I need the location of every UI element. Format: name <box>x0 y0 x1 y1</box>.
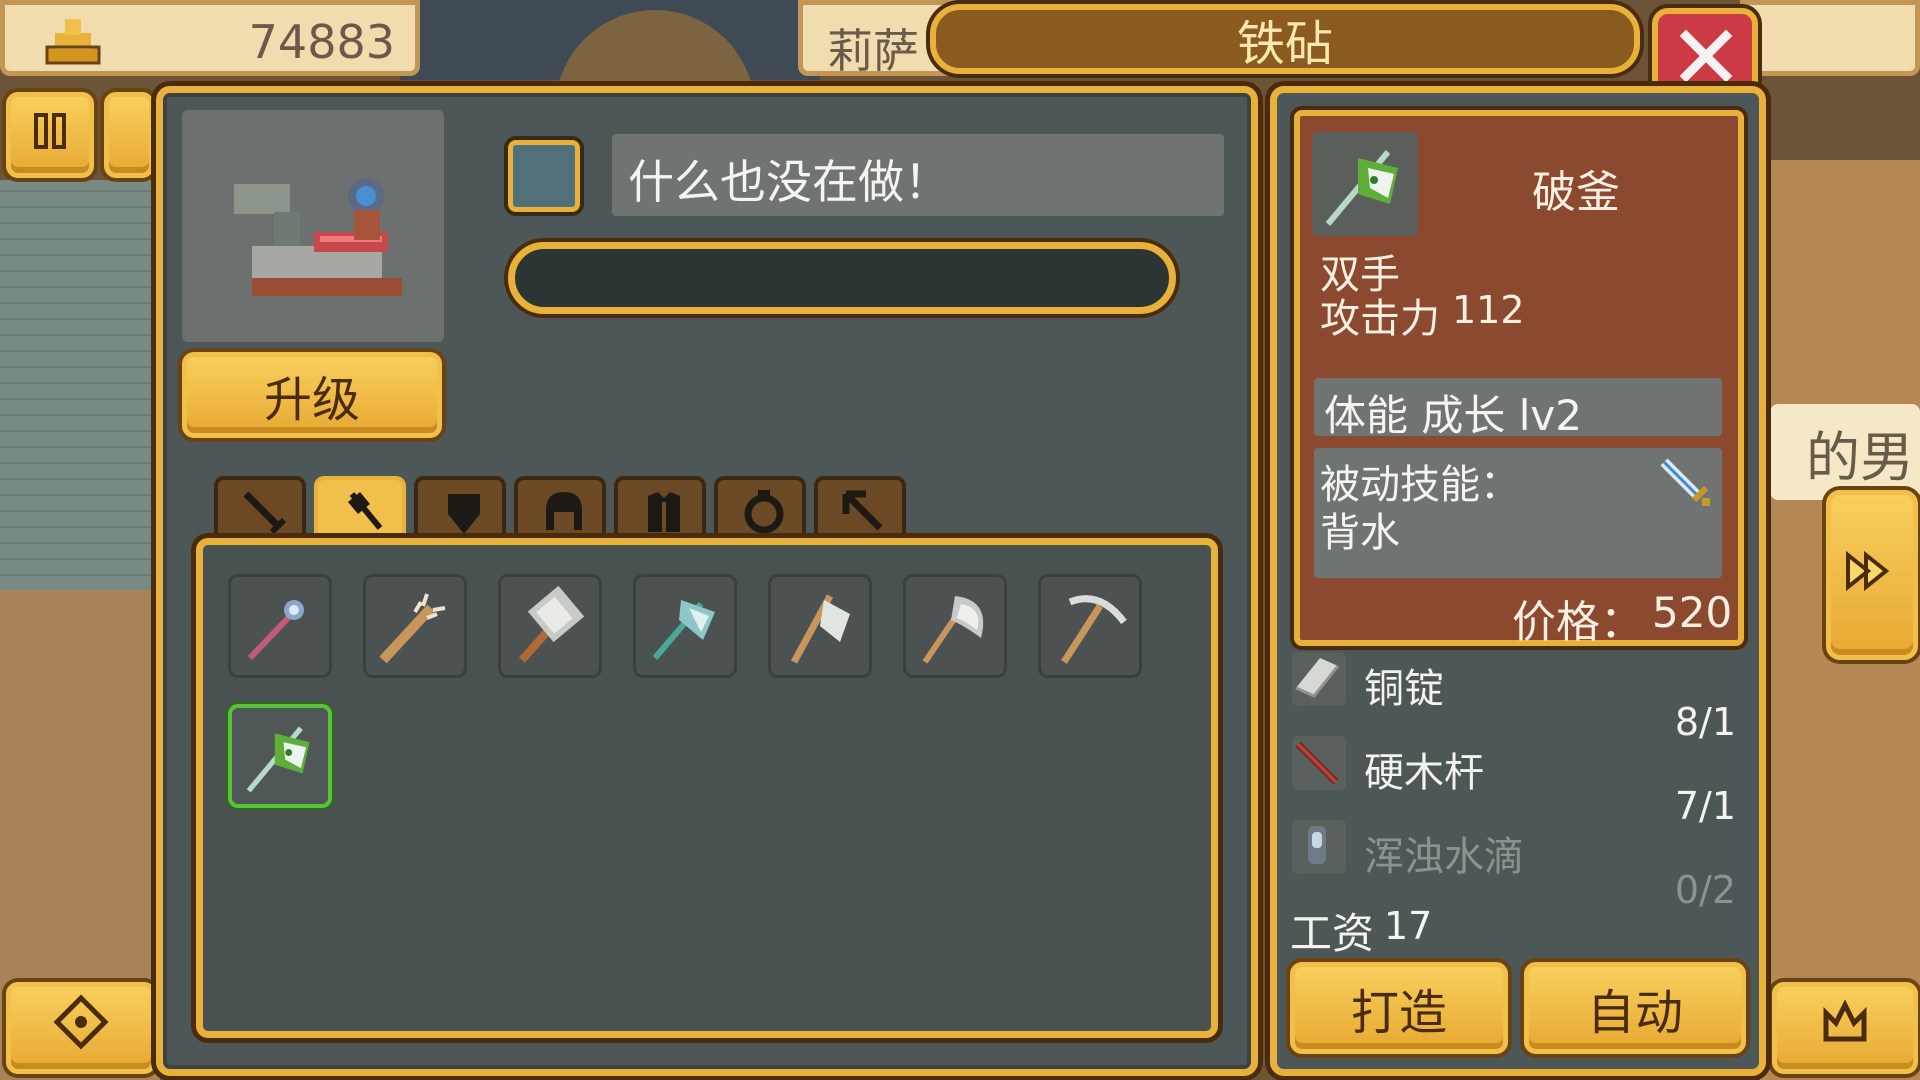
item-slot[interactable] <box>903 574 1007 678</box>
double-axe-icon <box>915 586 995 670</box>
right-top-bar <box>1740 0 1920 76</box>
broken-cauldron-axe-icon <box>1318 138 1410 234</box>
tab-tool[interactable] <box>814 476 906 540</box>
water-drop-icon <box>1292 826 1342 874</box>
fast-forward-icon <box>1844 547 1900 603</box>
upgrade-label: 升级 <box>263 372 360 428</box>
mace-icon <box>240 586 320 670</box>
pickaxe-icon <box>1050 586 1130 670</box>
material-name: 铜锭 <box>1364 666 1444 712</box>
item-slot[interactable] <box>498 574 602 678</box>
compass-icon <box>53 994 109 1062</box>
pause-button[interactable] <box>6 92 94 178</box>
auto-button[interactable]: 自动 <box>1524 962 1746 1054</box>
item-slot[interactable] <box>1038 574 1142 678</box>
detail-item-thumbnail <box>1312 132 1418 236</box>
craft-button[interactable]: 打造 <box>1290 962 1508 1054</box>
status-text: 什么也没在做！ <box>628 155 950 209</box>
item-slot[interactable] <box>228 704 332 808</box>
upgrade-button[interactable]: 升级 <box>182 352 442 438</box>
material-icon-box <box>1292 652 1346 706</box>
crown-button[interactable] <box>1772 982 1918 1074</box>
map-button[interactable] <box>6 982 156 1074</box>
fast-forward-button[interactable] <box>1826 490 1918 660</box>
building-title: 铁砧 <box>1236 16 1333 72</box>
tab-axe[interactable] <box>314 476 406 540</box>
broken-cauldron-axe-icon <box>240 716 320 800</box>
sword-skill-icon <box>1658 456 1714 516</box>
hatchet-icon <box>780 586 860 670</box>
item-slot[interactable] <box>768 574 872 678</box>
material-count: 7/1 <box>1674 784 1736 828</box>
close-icon <box>1678 28 1734 88</box>
crystal-axe-icon <box>645 586 725 670</box>
item-slot[interactable] <box>228 574 332 678</box>
detail-item-name: 破釜 <box>1532 167 1620 218</box>
tab-shield[interactable] <box>414 476 506 540</box>
wage-value: 17 <box>1384 904 1433 948</box>
spiked-club-icon <box>375 586 455 670</box>
status-text-box: 什么也没在做！ <box>612 134 1224 216</box>
anvil-preview <box>182 110 444 342</box>
wage-label: 工资 <box>1290 909 1375 958</box>
stat-growth-text: 体能 成长 lv2 <box>1324 391 1582 440</box>
craft-label: 打造 <box>1350 985 1447 1041</box>
detail-attack-label: 攻击力 <box>1320 296 1440 342</box>
side-button-2[interactable] <box>104 92 154 178</box>
tab-sword[interactable] <box>214 476 306 540</box>
material-icon-box <box>1292 736 1346 790</box>
pause-icon <box>30 107 70 163</box>
passive-skill-box: 被动技能： 背水 <box>1314 448 1722 578</box>
tab-helmet[interactable] <box>514 476 606 540</box>
building-title-bar: 铁砧 <box>930 4 1640 74</box>
npc-speech-bubble: 的男 <box>1770 404 1920 500</box>
material-count: 8/1 <box>1674 700 1736 744</box>
crafting-progress-bar <box>508 242 1176 314</box>
item-detail-card: 破釜 双手 攻击力 112 体能 成长 lv2 被动技能： 背水 价格： 520 <box>1294 110 1744 648</box>
gold-counter: 74883 <box>0 0 420 76</box>
price-value: 520 <box>1652 588 1733 637</box>
ingot-icon <box>1292 658 1342 706</box>
crown-icon <box>1820 999 1870 1057</box>
detail-attack-value: 112 <box>1452 288 1525 332</box>
price-label: 价格： <box>1512 597 1644 648</box>
auto-label: 自动 <box>1586 985 1683 1041</box>
anvil-icon <box>234 166 404 300</box>
passive-skill-value: 背水 <box>1320 510 1400 556</box>
background-tiles-left <box>0 180 160 590</box>
npc-speech-text: 的男 <box>1806 425 1914 489</box>
material-name: 浑浊水滴 <box>1364 834 1524 880</box>
material-icon-box <box>1292 820 1346 874</box>
item-slot[interactable] <box>363 574 467 678</box>
stat-growth-row: 体能 成长 lv2 <box>1314 378 1722 440</box>
material-count: 0/2 <box>1674 868 1736 912</box>
gold-amount: 74883 <box>248 15 395 69</box>
status-indicator <box>508 140 580 212</box>
item-slot[interactable] <box>633 574 737 678</box>
customer-name: 莉萨 <box>827 24 919 78</box>
gold-icon <box>43 17 103 71</box>
tab-ring[interactable] <box>714 476 806 540</box>
wood-stick-icon <box>1292 741 1342 790</box>
material-name: 硬木杆 <box>1364 750 1484 796</box>
warhammer-icon <box>510 585 590 670</box>
tab-armor[interactable] <box>614 476 706 540</box>
